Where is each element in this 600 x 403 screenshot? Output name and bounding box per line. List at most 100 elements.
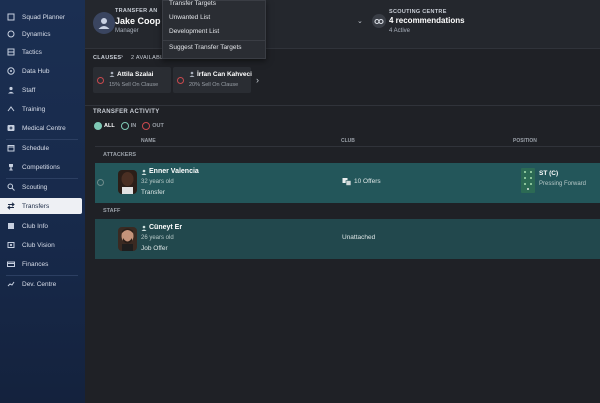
sidebar-item-schedule[interactable]: Schedule <box>0 140 85 156</box>
row-select-radio[interactable] <box>97 179 104 186</box>
sidebar-item-transfers[interactable]: Transfers <box>0 198 82 214</box>
player-role: Pressing Forward <box>539 181 587 187</box>
player-age: 32 years old <box>141 179 174 185</box>
manager-caption: TRANSFER AN <box>115 8 158 14</box>
sidebar-item-label: Competitions <box>22 163 60 171</box>
filter-all-radio[interactable] <box>94 122 102 130</box>
column-header-name[interactable]: NAME <box>141 138 156 144</box>
group-label-staff: STAFF <box>103 208 121 214</box>
person-icon <box>109 71 115 77</box>
finances-icon <box>7 260 15 268</box>
sidebar-item-label: Finances <box>22 260 49 268</box>
clause-player-name: İrfan Can Kahveci <box>197 71 252 78</box>
sidebar-item-squad-planner[interactable]: Squad Planner <box>0 9 85 25</box>
sidebar-item-dynamics[interactable]: Dynamics <box>0 26 85 42</box>
column-header-position[interactable]: POSITION <box>513 138 537 144</box>
player-name[interactable]: Enner Valencia <box>149 168 199 175</box>
menu-item-development-list[interactable]: Development List <box>169 28 219 35</box>
table-row[interactable]: Cüneyt Er 26 years old Job Offer Unattac… <box>95 219 600 259</box>
group-label-attackers: ATTACKERS <box>103 152 137 158</box>
column-header-club[interactable]: CLUB <box>341 138 355 144</box>
sidebar-item-label: Squad Planner <box>22 13 66 21</box>
staff-icon <box>7 86 15 94</box>
clause-card[interactable]: Attila Szalai 15% Sell On Clause <box>93 67 171 93</box>
sidebar: Squad Planner Dynamics Tactics Data Hub … <box>0 0 85 403</box>
dev-centre-icon <box>7 280 15 288</box>
filter-out-radio[interactable] <box>142 122 151 130</box>
club-info-icon <box>7 222 15 230</box>
trophy-icon <box>7 163 15 171</box>
scouting-sub: 4 Active <box>389 28 411 34</box>
sidebar-item-label: Tactics <box>22 48 42 56</box>
club-offers[interactable]: 10 Offers <box>354 178 381 185</box>
menu-item-unwanted-list[interactable]: Unwanted List <box>169 14 210 21</box>
tactics-icon <box>7 48 15 56</box>
data-hub-icon <box>7 67 15 75</box>
transfers-dropdown-menu: Transfer Targets Unwanted List Developme… <box>162 0 266 59</box>
sidebar-item-label: Dev. Centre <box>22 280 57 288</box>
sidebar-item-label: Schedule <box>22 144 50 152</box>
sidebar-item-finances[interactable]: Finances <box>0 256 85 272</box>
club-vision-icon <box>7 241 15 249</box>
divider <box>95 146 600 147</box>
sidebar-item-training[interactable]: Training <box>0 101 85 117</box>
clause-player-name: Attila Szalai <box>117 71 154 78</box>
player-position: ST (C) <box>539 170 559 177</box>
filter-out-label[interactable]: OUT <box>152 123 164 129</box>
sidebar-item-dev-centre[interactable]: Dev. Centre <box>0 276 85 292</box>
clause-status-icon <box>177 77 184 84</box>
scouting-caption: SCOUTING CENTRE <box>389 9 447 15</box>
chevron-right-icon[interactable]: › <box>121 54 123 60</box>
manager-role: Manager <box>115 28 139 34</box>
scouting-icon <box>7 183 15 191</box>
activity-filter: ALL IN OUT <box>94 122 164 130</box>
transfer-type: Transfer <box>141 189 165 196</box>
filter-in-label[interactable]: IN <box>131 123 137 129</box>
sidebar-item-label: Club Info <box>22 222 49 230</box>
person-icon <box>141 225 147 231</box>
table-row[interactable]: Enner Valencia 32 years old Transfer 10 … <box>95 163 600 203</box>
position-pitch-icon <box>521 168 535 193</box>
clause-detail: 15% Sell On Clause <box>109 82 159 88</box>
person-icon <box>98 18 110 29</box>
sidebar-item-scouting[interactable]: Scouting <box>0 179 85 195</box>
staff-age: 26 years old <box>141 235 174 241</box>
staff-photo <box>118 227 137 251</box>
chevron-right-icon[interactable]: › <box>256 75 259 85</box>
transfer-activity-title: TRANSFER ACTIVITY <box>93 109 160 115</box>
offers-icon <box>342 178 352 186</box>
sidebar-item-competitions[interactable]: Competitions <box>0 159 85 175</box>
main-panel: TRANSFER AN Jake Coop Manager ⌄ SCOUTING… <box>85 0 600 403</box>
staff-name[interactable]: Cüneyt Er <box>149 224 182 231</box>
chevron-down-icon[interactable]: ⌄ <box>357 17 363 25</box>
menu-item-transfer-targets[interactable]: Transfer Targets <box>169 0 216 7</box>
transfer-type: Job Offer <box>141 245 168 252</box>
sidebar-item-label: Dynamics <box>22 30 51 38</box>
filter-all-label[interactable]: ALL <box>104 123 115 129</box>
sidebar-item-label: Data Hub <box>22 67 50 75</box>
sidebar-item-data-hub[interactable]: Data Hub <box>0 63 85 79</box>
clause-status-icon <box>97 77 104 84</box>
filter-in-radio[interactable] <box>120 122 129 130</box>
sidebar-item-medical-centre[interactable]: Medical Centre <box>0 120 85 136</box>
binoculars-icon <box>372 14 386 28</box>
sidebar-item-label: Medical Centre <box>22 124 66 132</box>
sidebar-item-label: Staff <box>22 86 36 94</box>
sidebar-item-club-info[interactable]: Club Info <box>0 218 85 234</box>
person-icon <box>189 71 195 77</box>
training-icon <box>7 105 15 113</box>
sidebar-item-tactics[interactable]: Tactics <box>0 44 85 60</box>
sidebar-item-staff[interactable]: Staff <box>0 82 85 98</box>
menu-item-suggest-transfer-targets[interactable]: Suggest Transfer Targets <box>169 44 242 51</box>
scouting-title[interactable]: 4 recommendations <box>389 16 465 25</box>
manager-name[interactable]: Jake Coop <box>115 16 161 26</box>
sidebar-item-label: Training <box>22 105 46 113</box>
medical-icon <box>7 124 15 132</box>
transfers-icon <box>7 202 15 210</box>
clause-card[interactable]: İrfan Can Kahveci 20% Sell On Clause <box>173 67 252 93</box>
manager-avatar[interactable] <box>93 12 115 34</box>
menu-divider <box>163 40 265 41</box>
divider <box>85 105 600 106</box>
sidebar-item-club-vision[interactable]: Club Vision <box>0 237 85 253</box>
player-photo <box>118 170 137 194</box>
